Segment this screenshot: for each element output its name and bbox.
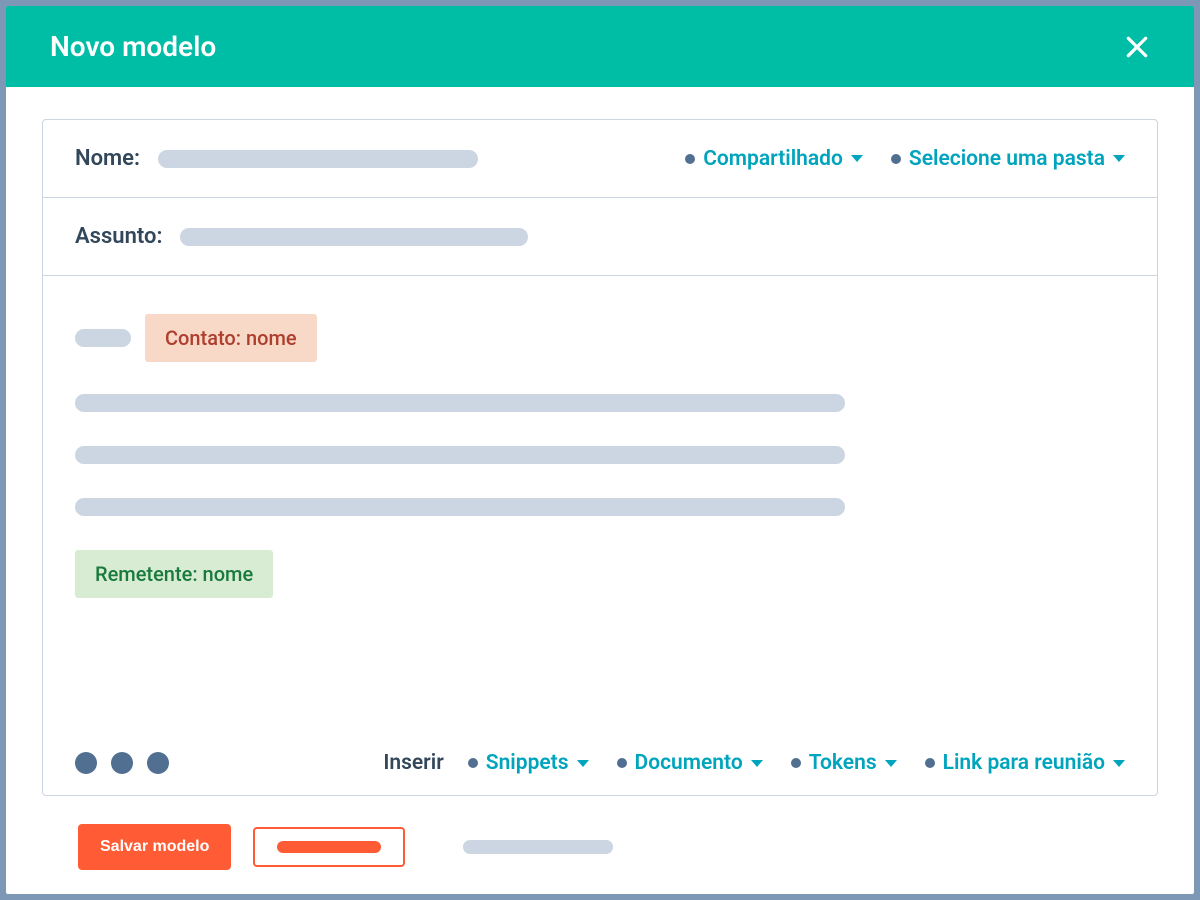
body-line-3 [75, 498, 845, 516]
meeting-link-dropdown[interactable]: Link para reunião [925, 751, 1125, 775]
subject-row: Assunto: [43, 198, 1157, 276]
tokens-dropdown[interactable]: Tokens [791, 751, 897, 775]
modal-footer: Salvar modelo [42, 796, 1158, 870]
editor-area: Contato: nome Remetente: nome In [43, 276, 1157, 795]
subject-input[interactable] [180, 228, 528, 246]
document-dropdown[interactable]: Documento [617, 751, 763, 775]
bullet-icon [617, 758, 627, 768]
snippets-dropdown[interactable]: Snippets [468, 751, 589, 775]
bullet-icon [468, 758, 478, 768]
dot-icon [111, 752, 133, 774]
secondary-button[interactable] [253, 827, 405, 867]
editor-content[interactable]: Contato: nome Remetente: nome [75, 314, 1125, 727]
close-icon[interactable] [1124, 34, 1150, 60]
folder-dropdown-label: Selecione uma pasta [909, 147, 1105, 171]
chevron-down-icon [751, 760, 763, 767]
form-panel: Nome: Compartilhado Selecione uma pasta [42, 119, 1158, 796]
tokens-label: Tokens [809, 751, 877, 775]
subject-label: Assunto: [75, 224, 162, 249]
chevron-down-icon [851, 155, 863, 162]
body-line-2 [75, 446, 845, 464]
chevron-down-icon [1113, 155, 1125, 162]
bullet-icon [791, 758, 801, 768]
modal-header: Novo modelo [6, 6, 1194, 87]
folder-dropdown[interactable]: Selecione uma pasta [891, 147, 1125, 171]
modal-body: Nome: Compartilhado Selecione uma pasta [6, 87, 1194, 894]
footer-text-placeholder [463, 840, 613, 854]
meeting-link-label: Link para reunião [943, 751, 1105, 775]
insert-label: Inserir [383, 751, 443, 775]
chevron-down-icon [1113, 760, 1125, 767]
toolbar-more[interactable] [75, 752, 169, 774]
sender-name-token[interactable]: Remetente: nome [75, 550, 273, 598]
chevron-down-icon [577, 760, 589, 767]
shared-dropdown[interactable]: Compartilhado [685, 147, 863, 171]
name-dropdowns: Compartilhado Selecione uma pasta [685, 147, 1125, 171]
text-placeholder [75, 329, 131, 347]
name-label: Nome: [75, 146, 140, 171]
greeting-line: Contato: nome [75, 314, 1125, 362]
bullet-icon [685, 154, 695, 164]
name-row: Nome: Compartilhado Selecione uma pasta [43, 120, 1157, 198]
bullet-icon [925, 758, 935, 768]
bullet-icon [891, 154, 901, 164]
body-line-1 [75, 394, 845, 412]
new-template-modal: Novo modelo Nome: Compartilhado Se [6, 6, 1194, 894]
dot-icon [75, 752, 97, 774]
insert-menu: Snippets Documento Tokens [468, 751, 1125, 775]
secondary-button-placeholder [277, 841, 381, 853]
shared-dropdown-label: Compartilhado [703, 147, 843, 171]
snippets-label: Snippets [486, 751, 569, 775]
document-label: Documento [635, 751, 743, 775]
chevron-down-icon [885, 760, 897, 767]
dot-icon [147, 752, 169, 774]
name-input[interactable] [158, 150, 478, 168]
signature-line: Remetente: nome [75, 550, 1125, 598]
contact-name-token[interactable]: Contato: nome [145, 314, 317, 362]
modal-title: Novo modelo [50, 30, 216, 63]
editor-toolbar: Inserir Snippets Documento [75, 727, 1125, 775]
save-template-button[interactable]: Salvar modelo [78, 824, 231, 870]
